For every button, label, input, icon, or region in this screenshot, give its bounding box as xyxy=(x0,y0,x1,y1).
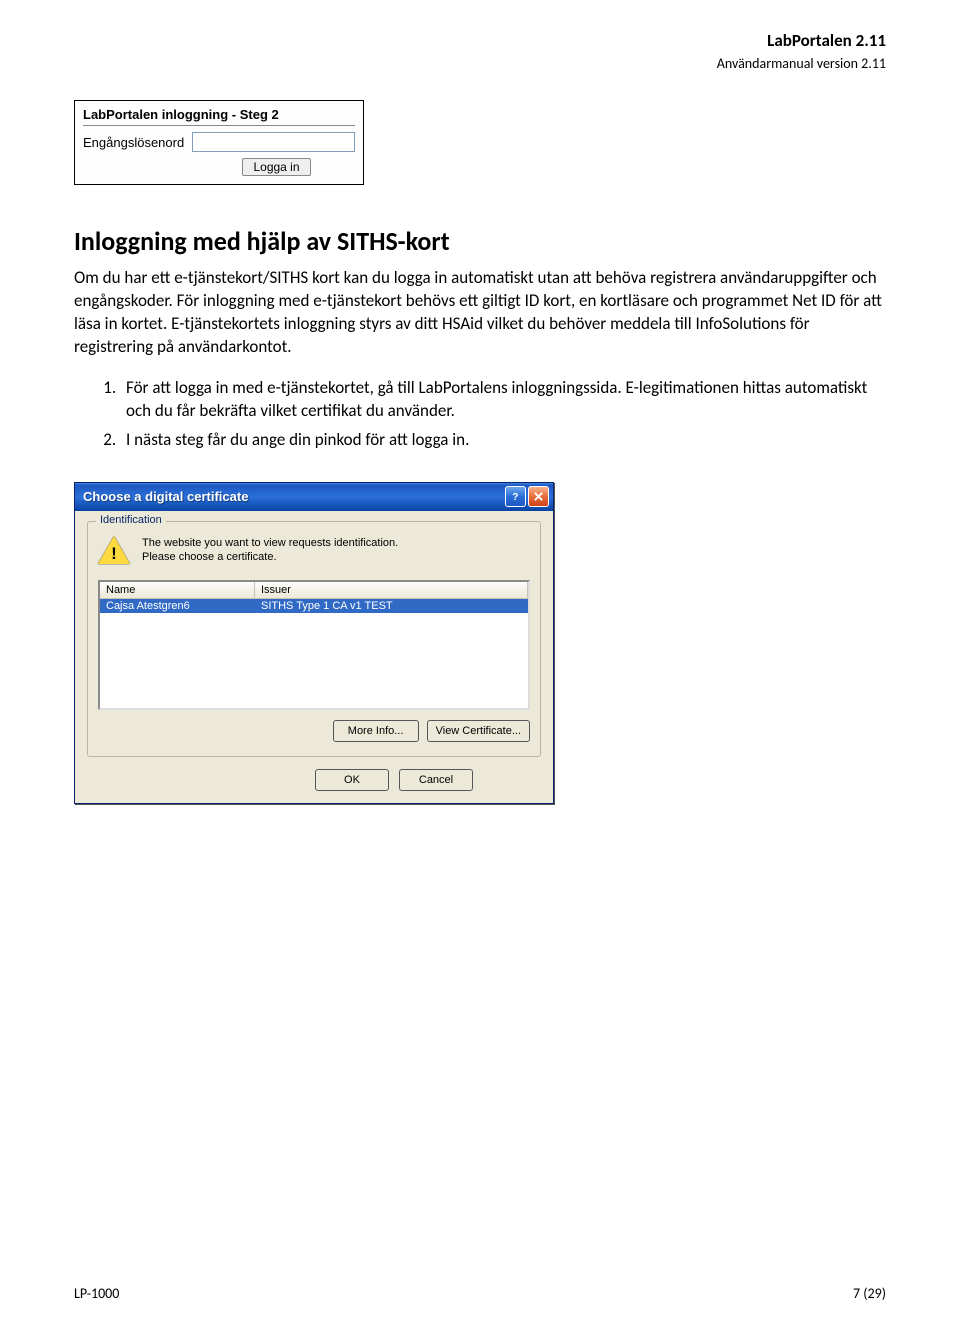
identification-text: The website you want to view requests id… xyxy=(142,534,398,566)
section-paragraph: Om du har ett e-tjänstekort/SITHS kort k… xyxy=(74,267,886,359)
section-heading: Inloggning med hjälp av SITHS-kort xyxy=(74,225,886,257)
cert-issuer: SITHS Type 1 CA v1 TEST xyxy=(255,599,528,613)
warning-icon: ! xyxy=(98,536,130,568)
step-item: För att logga in med e-tjänstekortet, gå… xyxy=(120,377,886,423)
steps-list: För att logga in med e-tjänstekortet, gå… xyxy=(74,377,886,452)
certificate-row[interactable]: Cajsa Atestgren6 SITHS Type 1 CA v1 TEST xyxy=(100,599,528,613)
step-item: I nästa steg får du ange din pinkod för … xyxy=(120,429,886,452)
cancel-button[interactable]: Cancel xyxy=(399,769,473,791)
doc-subtitle: Användarmanual version 2.11 xyxy=(74,55,886,72)
help-icon[interactable]: ? xyxy=(505,486,526,507)
footer-code: LP-1000 xyxy=(74,1285,119,1302)
certificate-list[interactable]: Name Issuer Cajsa Atestgren6 SITHS Type … xyxy=(98,580,530,710)
login-button[interactable]: Logga in xyxy=(242,158,310,176)
col-issuer[interactable]: Issuer xyxy=(255,582,528,598)
identification-group: Identification ! The website you want to… xyxy=(87,521,541,757)
view-certificate-button[interactable]: View Certificate... xyxy=(427,720,530,742)
group-label: Identification xyxy=(96,514,166,526)
ok-button[interactable]: OK xyxy=(315,769,389,791)
cert-name: Cajsa Atestgren6 xyxy=(100,599,255,613)
login-step2-box: LabPortalen inloggning - Steg 2 Engångsl… xyxy=(74,100,364,185)
svg-text:?: ? xyxy=(512,492,518,502)
certificate-dialog: Choose a digital certificate ? Identific… xyxy=(74,482,554,804)
footer-page: 7 (29) xyxy=(853,1285,886,1302)
more-info-button[interactable]: More Info... xyxy=(333,720,419,742)
otp-input[interactable] xyxy=(192,132,355,152)
close-icon[interactable] xyxy=(528,486,549,507)
otp-label: Engångslösenord xyxy=(83,135,192,150)
col-name[interactable]: Name xyxy=(100,582,255,598)
dialog-title: Choose a digital certificate xyxy=(83,489,503,504)
dialog-titlebar: Choose a digital certificate ? xyxy=(75,483,553,511)
doc-title: LabPortalen 2.11 xyxy=(74,30,886,51)
login-box-title: LabPortalen inloggning - Steg 2 xyxy=(83,107,355,126)
